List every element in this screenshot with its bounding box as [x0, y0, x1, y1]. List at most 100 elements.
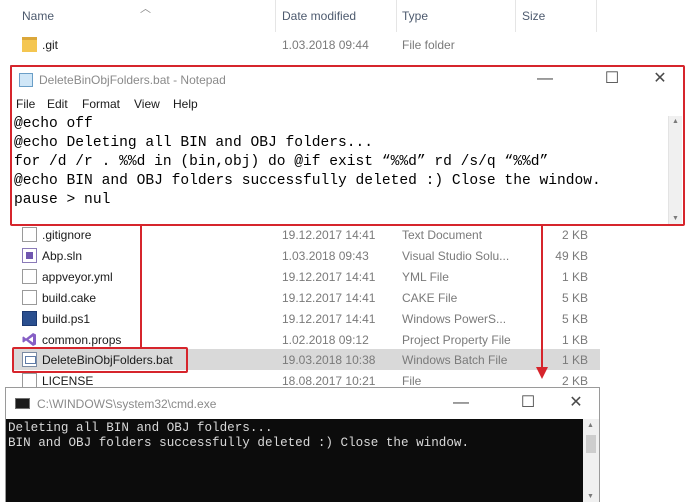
code-line: @echo Deleting all BIN and OBJ folders..…: [14, 135, 374, 151]
scroll-up-icon[interactable]: ▲: [587, 422, 594, 429]
annotation-connector-line: [541, 226, 543, 368]
sort-ascending-icon[interactable]: ︿: [140, 0, 151, 16]
file-type: Visual Studio Solu...: [402, 249, 510, 263]
file-name: common.props: [42, 333, 122, 347]
file-type: Project Property File: [402, 333, 511, 347]
file-date: 19.03.2018 10:38: [282, 353, 376, 367]
console-output[interactable]: Deleting all BIN and OBJ folders... BIN …: [6, 419, 584, 502]
menu-view[interactable]: View: [134, 97, 160, 111]
menu-edit[interactable]: Edit: [47, 97, 68, 111]
notepad-app-icon: [19, 73, 33, 87]
maximize-button[interactable]: ☐: [589, 66, 635, 94]
list-item[interactable]: common.props 1.02.2018 09:12 Project Pro…: [14, 329, 600, 350]
file-name: build.ps1: [42, 312, 91, 326]
list-item[interactable]: Abp.sln 1.03.2018 09:43 Visual Studio So…: [14, 245, 600, 266]
file-size: 5 KB: [561, 312, 588, 326]
file-type: File folder: [402, 38, 455, 52]
batch-file-icon: [22, 352, 37, 367]
list-item[interactable]: build.cake 19.12.2017 14:41 CAKE File 5 …: [14, 287, 600, 308]
file-date: 19.12.2017 14:41: [282, 291, 376, 305]
text-file-icon: [22, 227, 37, 242]
visual-studio-file-icon: [22, 332, 37, 347]
minimize-button[interactable]: —: [522, 66, 568, 94]
column-header-date[interactable]: Date modified: [282, 9, 356, 23]
cmd-title: C:\WINDOWS\system32\cmd.exe: [37, 397, 217, 411]
file-type: Windows PowerS...: [402, 312, 507, 326]
file-size: 5 KB: [561, 291, 588, 305]
scrollbar-thumb[interactable]: [586, 435, 596, 453]
notepad-menu-bar: File Edit Format View Help: [11, 95, 683, 115]
file-date: 19.12.2017 14:41: [282, 270, 376, 284]
code-line: pause > nul: [14, 192, 111, 208]
file-type: Windows Batch File: [402, 353, 508, 367]
cmd-window: C:\WINDOWS\system32\cmd.exe — ☐ ✕ Deleti…: [5, 387, 600, 502]
column-header-size[interactable]: Size: [522, 9, 545, 23]
file-name: DeleteBinObjFolders.bat: [42, 353, 173, 367]
file-name: appveyor.yml: [42, 270, 113, 284]
menu-help[interactable]: Help: [173, 97, 198, 111]
file-type: CAKE File: [402, 291, 458, 305]
menu-file[interactable]: File: [16, 97, 35, 111]
list-item[interactable]: .gitignore 19.12.2017 14:41 Text Documen…: [14, 224, 600, 245]
console-line: BIN and OBJ folders successfully deleted…: [8, 436, 470, 450]
minimize-button[interactable]: —: [438, 390, 484, 418]
file-size: 49 KB: [555, 249, 588, 263]
notepad-text-area[interactable]: @echo off @echo Deleting all BIN and OBJ…: [12, 116, 670, 224]
file-date: 1.03.2018 09:44: [282, 38, 369, 52]
file-type: YML File: [402, 270, 449, 284]
file-size: 2 KB: [561, 374, 588, 388]
code-line: @echo off: [14, 116, 93, 132]
code-line: @echo BIN and OBJ folders successfully d…: [14, 173, 601, 189]
file-name: Abp.sln: [42, 249, 83, 263]
file-size: 1 KB: [561, 353, 588, 367]
column-divider[interactable]: [596, 0, 597, 32]
scroll-down-icon[interactable]: ▼: [672, 215, 679, 222]
scroll-down-icon[interactable]: ▼: [587, 493, 594, 500]
folder-icon: [22, 37, 37, 52]
notepad-window: DeleteBinObjFolders.bat - Notepad — ☐ ✕ …: [10, 65, 684, 225]
cmd-app-icon: [15, 398, 30, 409]
notepad-title: DeleteBinObjFolders.bat - Notepad: [39, 73, 226, 87]
file-type: File: [402, 374, 422, 388]
file-size: 1 KB: [561, 333, 588, 347]
list-item-selected[interactable]: DeleteBinObjFolders.bat 19.03.2018 10:38…: [14, 349, 600, 370]
column-header-row: ︿ Name Date modified Type Size: [0, 0, 600, 32]
notepad-title-bar[interactable]: DeleteBinObjFolders.bat - Notepad — ☐ ✕: [11, 66, 683, 94]
file-date: 1.03.2018 09:43: [282, 249, 369, 263]
close-button[interactable]: ✕: [553, 390, 599, 418]
file-name: build.cake: [42, 291, 97, 305]
column-header-name[interactable]: Name: [22, 9, 54, 23]
column-divider[interactable]: [396, 0, 397, 32]
annotation-connector-line: [140, 226, 142, 347]
file-icon: [22, 269, 37, 284]
console-line: Deleting all BIN and OBJ folders...: [8, 421, 273, 435]
solution-file-icon: [22, 248, 37, 263]
file-type: Text Document: [402, 228, 483, 242]
file-icon: [22, 373, 37, 388]
column-divider[interactable]: [275, 0, 276, 32]
maximize-button[interactable]: ☐: [505, 390, 551, 418]
close-button[interactable]: ✕: [637, 66, 683, 94]
file-date: 19.12.2017 14:41: [282, 312, 376, 326]
menu-format[interactable]: Format: [82, 97, 120, 111]
file-date: 1.02.2018 09:12: [282, 333, 369, 347]
file-name: .git: [42, 38, 59, 52]
file-size: 2 KB: [561, 228, 588, 242]
cmd-title-bar[interactable]: C:\WINDOWS\system32\cmd.exe — ☐ ✕: [6, 388, 599, 419]
column-divider[interactable]: [515, 0, 516, 32]
code-line: for /d /r . %%d in (bin,obj) do @if exis…: [14, 154, 549, 170]
file-icon: [22, 290, 37, 305]
scroll-up-icon[interactable]: ▲: [672, 118, 679, 125]
file-date: 18.08.2017 10:21: [282, 374, 376, 388]
file-name: LICENSE: [42, 374, 94, 388]
file-name: .gitignore: [42, 228, 92, 242]
arrow-down-icon: [536, 367, 548, 379]
cmd-vertical-scrollbar[interactable]: ▲ ▼: [583, 419, 599, 502]
list-item[interactable]: appveyor.yml 19.12.2017 14:41 YML File 1…: [14, 266, 600, 287]
notepad-vertical-scrollbar[interactable]: ▲ ▼: [668, 116, 682, 224]
list-item[interactable]: build.ps1 19.12.2017 14:41 Windows Power…: [14, 308, 600, 329]
list-item[interactable]: .git 1.03.2018 09:44 File folder: [14, 34, 600, 55]
file-size: 1 KB: [561, 270, 588, 284]
powershell-file-icon: [22, 311, 37, 326]
column-header-type[interactable]: Type: [402, 9, 428, 23]
